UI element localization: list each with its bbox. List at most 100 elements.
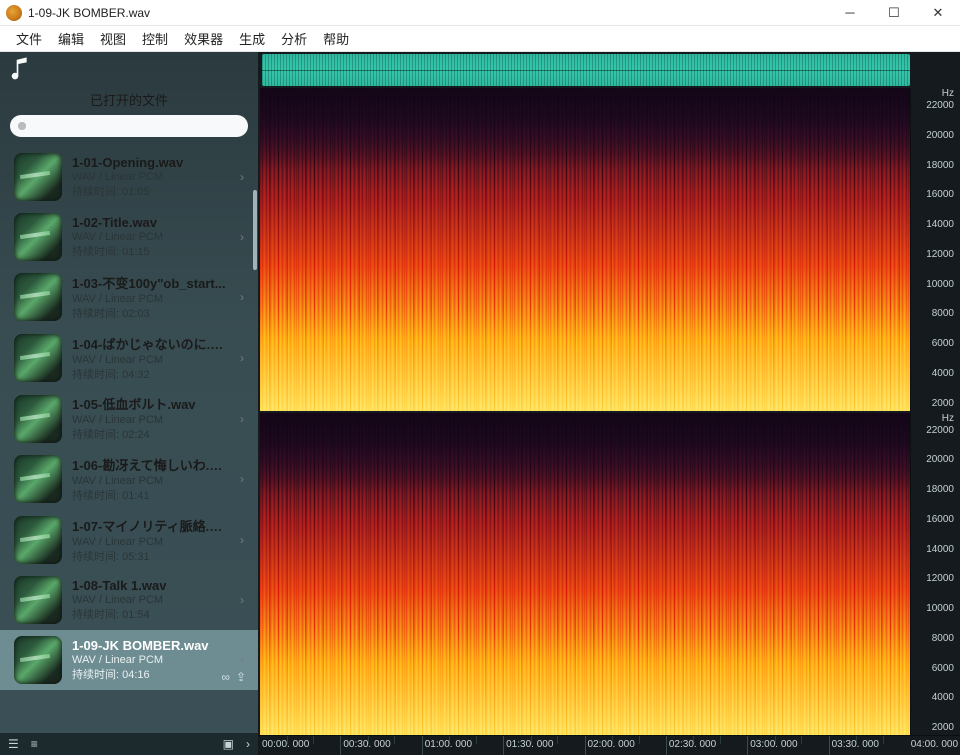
time-tick-label: 02:00. 000 [588,739,635,750]
freq-tick-label: 18000 [926,484,954,495]
time-tick: 02:00. 000 [585,736,666,755]
app-icon [6,5,22,21]
file-item[interactable]: 1-05-低血ボルト.wavWAV / Linear PCM持续时间: 02:2… [0,388,258,449]
file-codec: WAV / Linear PCM [72,230,228,245]
freq-tick-label: 10000 [926,603,954,614]
time-tick: 02:30. 000 [666,736,747,755]
file-item[interactable]: 1-01-Opening.wavWAV / Linear PCM持续时间: 01… [0,147,258,207]
search-input[interactable] [10,115,248,137]
file-title: 1-03-不变100y"ob_start... [72,273,228,292]
time-tick: 01:30. 000 [503,736,584,755]
time-tick-label: 02:30. 000 [669,739,716,750]
file-meta: 1-02-Title.wavWAV / Linear PCM持续时间: 01:1… [72,215,228,260]
title-bar: 1-09-JK BOMBER.wav ─ ☐ ✕ [0,0,960,26]
file-meta: 1-06-勘冴えて悔しいわ.w...WAV / Linear PCM持续时间: … [72,455,228,504]
menu-control[interactable]: 控制 [134,26,176,51]
time-tick-label: 01:00. 000 [425,739,472,750]
file-thumbnail [14,576,62,624]
time-tick-label: 01:30. 000 [506,739,553,750]
menu-view[interactable]: 视图 [92,26,134,51]
file-title: 1-02-Title.wav [72,215,228,230]
chevron-right-icon: › [240,593,244,607]
file-codec: WAV / Linear PCM [72,653,228,668]
freq-tick-label: 20000 [926,454,954,465]
file-title: 1-05-低血ボルト.wav [72,394,228,413]
file-duration: 持续时间: 01:41 [72,489,228,504]
file-codec: WAV / Linear PCM [72,535,228,550]
main-pane: Hz 2200020000180001600014000120001000080… [258,52,960,755]
file-item[interactable]: 1-02-Title.wavWAV / Linear PCM持续时间: 01:1… [0,207,258,267]
status-chevron-icon[interactable]: › [246,737,250,751]
minimize-icon: ─ [845,6,854,19]
spectrogram-canvas-right[interactable] [260,413,910,736]
menu-effects[interactable]: 效果器 [176,26,231,51]
file-item[interactable]: 1-06-勘冴えて悔しいわ.w...WAV / Linear PCM持续时间: … [0,449,258,510]
sidebar: 已打开的文件 1-01-Opening.wavWAV / Linear PCM持… [0,52,258,755]
file-thumbnail [14,516,62,564]
status-columns-icon[interactable]: ≡ [31,737,38,751]
freq-tick-label: 20000 [926,130,954,141]
status-image-icon[interactable]: ▣ [223,737,234,751]
sidebar-header: 已打开的文件 [0,86,258,115]
file-codec: WAV / Linear PCM [72,413,228,428]
music-note-icon [10,57,30,81]
chevron-right-icon: › [240,351,244,365]
file-codec: WAV / Linear PCM [72,353,228,368]
sidebar-statusbar: ☰ ≡ ▣ › [0,733,258,755]
file-thumbnail [14,153,62,201]
file-meta: 1-09-JK BOMBER.wavWAV / Linear PCM持续时间: … [72,638,228,683]
time-ruler[interactable]: 00:00. 00000:30. 00001:00. 00001:30. 000… [258,735,960,755]
freq-unit: Hz [942,88,954,99]
file-item[interactable]: 1-03-不变100y"ob_start...WAV / Linear PCM持… [0,267,258,328]
share-icon[interactable]: ⇪ [236,670,246,684]
file-thumbnail [14,636,62,684]
search-wrap [0,115,258,145]
freq-tick-label: 14000 [926,544,954,555]
freq-tick-label: 14000 [926,219,954,230]
freq-tick-label: 4000 [926,692,954,703]
menu-edit[interactable]: 编辑 [50,26,92,51]
file-thumbnail [14,455,62,503]
freq-ticks: 2200020000180001600014000120001000080006… [926,100,954,409]
freq-axis-right: Hz 2200020000180001600014000120001000080… [910,413,960,736]
menu-bar: 文件 编辑 视图 控制 效果器 生成 分析 帮助 [0,26,960,52]
chevron-right-icon: › [240,170,244,184]
maximize-button[interactable]: ☐ [872,0,916,26]
menu-analyze[interactable]: 分析 [273,26,315,51]
spectrogram-channel-right: Hz 2200020000180001600014000120001000080… [260,413,960,736]
menu-help[interactable]: 帮助 [315,26,357,51]
file-item[interactable]: 1-08-Talk 1.wavWAV / Linear PCM持续时间: 01:… [0,570,258,630]
waveform-overview[interactable] [258,52,960,88]
time-tick-label: 03:30. 000 [832,739,879,750]
file-codec: WAV / Linear PCM [72,474,228,489]
freq-tick-label: 10000 [926,279,954,290]
file-item[interactable]: 1-07-マイノリティ脈絡.w...WAV / Linear PCM持续时间: … [0,510,258,571]
maximize-icon: ☐ [888,6,900,19]
freq-tick-label: 12000 [926,249,954,260]
spectrogram-container: Hz 2200020000180001600014000120001000080… [258,88,960,735]
freq-tick-label: 6000 [926,663,954,674]
status-list-icon[interactable]: ☰ [8,737,19,751]
freq-tick-label: 18000 [926,160,954,171]
file-codec: WAV / Linear PCM [72,593,228,608]
file-item[interactable]: 1-09-JK BOMBER.wavWAV / Linear PCM持续时间: … [0,630,258,690]
link-icon[interactable]: ∞ [221,670,230,684]
file-thumbnail [14,213,62,261]
time-tick-label: 03:00. 000 [750,739,797,750]
file-title: 1-04-ばかじゃないのに.w... [72,334,228,353]
file-item[interactable]: 1-04-ばかじゃないのに.w...WAV / Linear PCM持续时间: … [0,328,258,389]
file-meta: 1-07-マイノリティ脈絡.w...WAV / Linear PCM持续时间: … [72,516,228,565]
freq-tick-label: 6000 [926,338,954,349]
file-duration: 持续时间: 04:32 [72,368,228,383]
file-thumbnail [14,334,62,382]
minimize-button[interactable]: ─ [828,0,872,26]
menu-file[interactable]: 文件 [8,26,50,51]
time-ticks: 00:00. 00000:30. 00001:00. 00001:30. 000… [260,736,910,755]
close-button[interactable]: ✕ [916,0,960,26]
close-icon: ✕ [933,6,944,19]
menu-generate[interactable]: 生成 [231,26,273,51]
chevron-right-icon: › [240,653,244,667]
file-title: 1-08-Talk 1.wav [72,578,228,593]
spectrogram-canvas-left[interactable] [260,88,910,411]
file-meta: 1-01-Opening.wavWAV / Linear PCM持续时间: 01… [72,155,228,200]
